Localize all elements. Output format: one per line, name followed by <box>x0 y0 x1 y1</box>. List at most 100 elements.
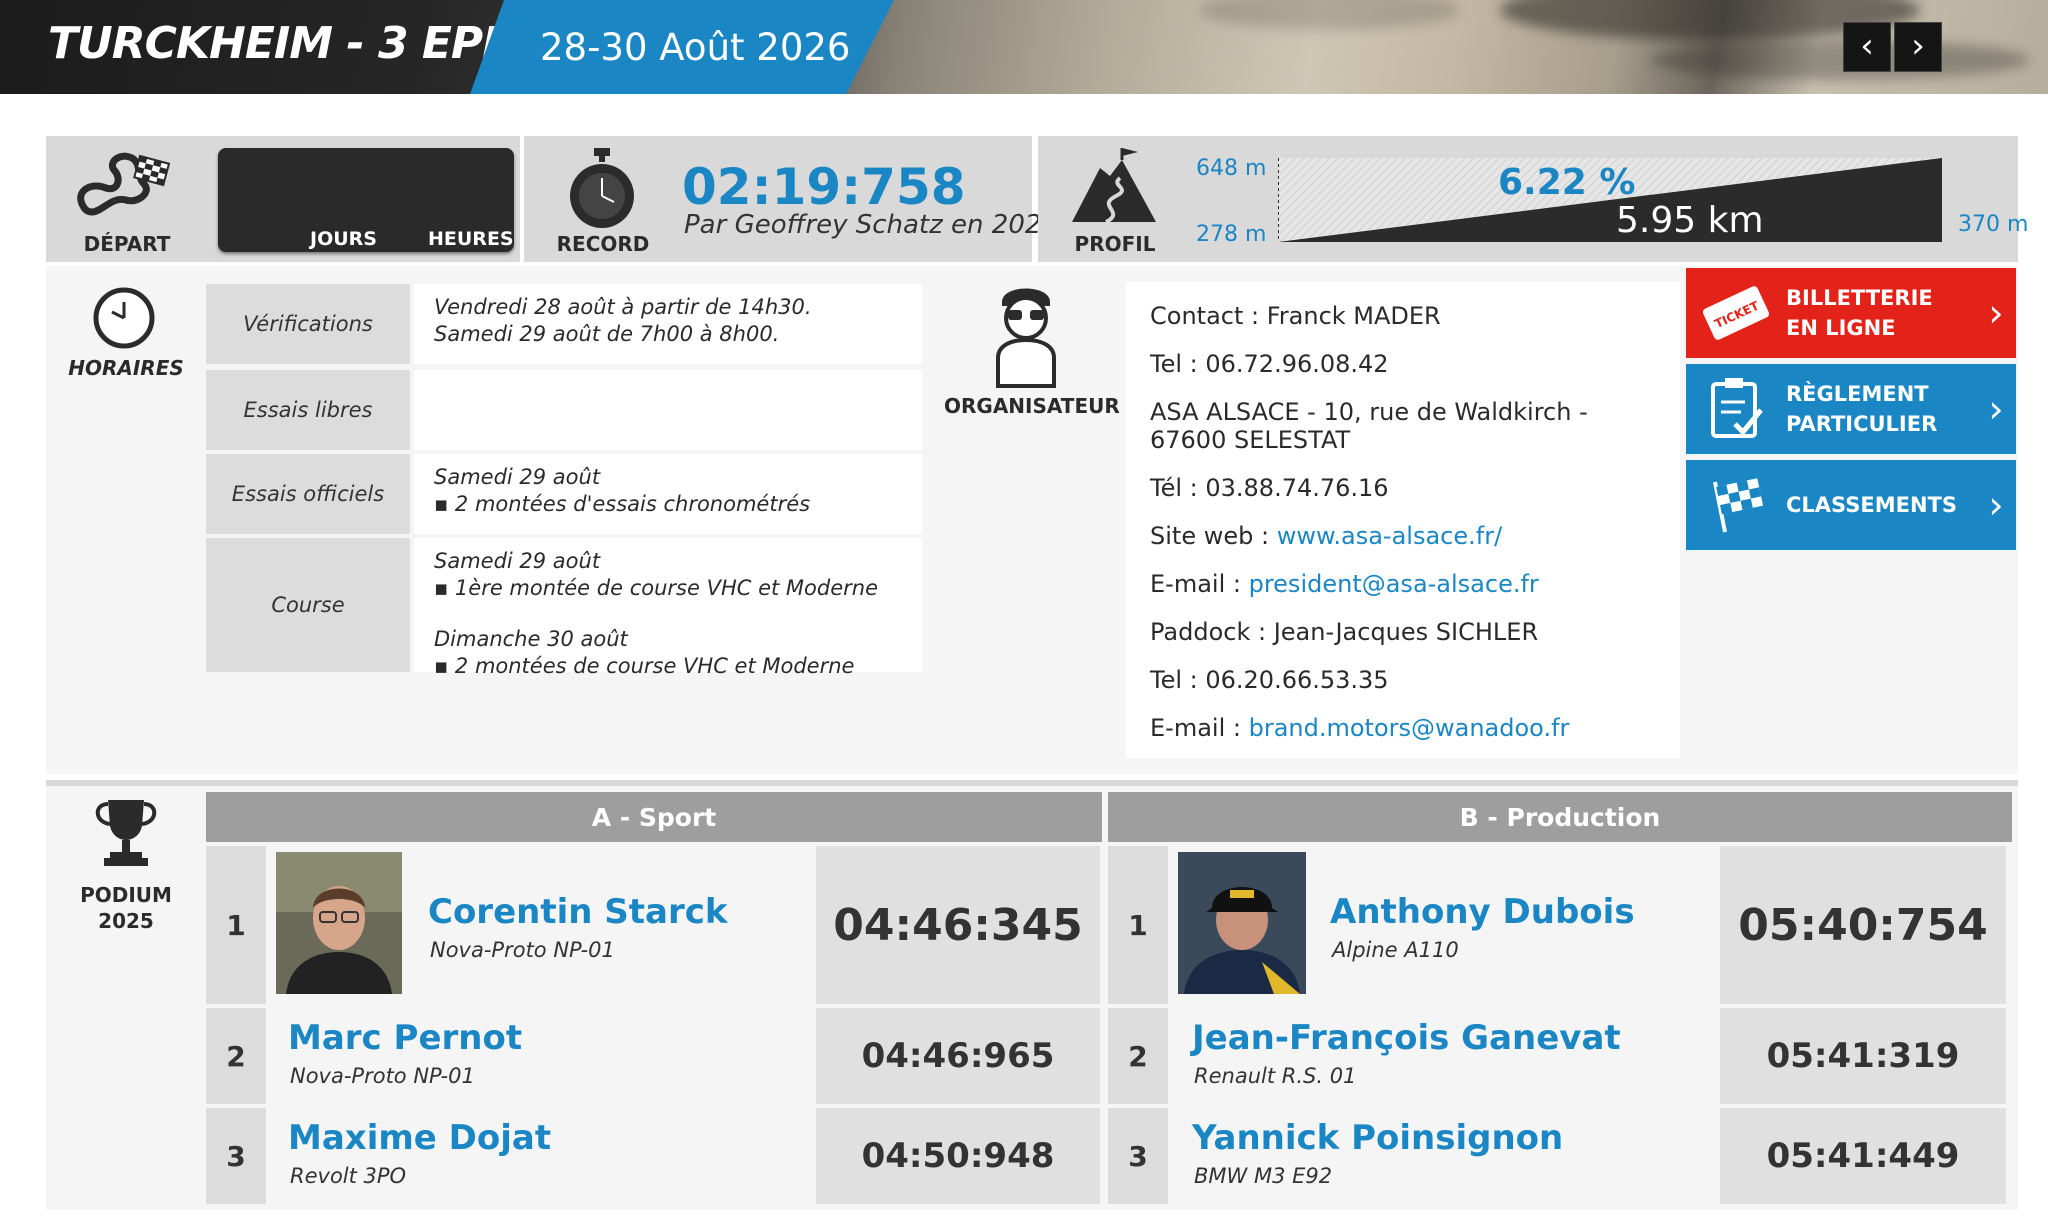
race-time: 05:40:754 <box>1720 846 2006 1004</box>
schedule-label-essais-officiels: Essais officiels <box>206 454 410 534</box>
podium-title: PODIUM 2025 <box>64 882 188 934</box>
previous-event-button[interactable]: ‹ <box>1843 22 1891 72</box>
schedule-line: Dimanche 30 août <box>434 627 628 651</box>
next-event-button[interactable]: › <box>1894 22 1942 72</box>
schedule-line: ▪ 2 montées de course VHC et Moderne <box>434 654 855 678</box>
schedule-label-essais-libres: Essais libres <box>206 370 410 450</box>
position-number: 1 <box>1108 846 1168 1004</box>
tel-prefix: Tel : <box>1150 666 1206 694</box>
website-line: Site web : www.asa-alsace.fr/ <box>1150 522 1502 550</box>
event-title: TURCKHEIM - 3 EPIS <box>48 18 529 69</box>
altitude-top: 648 m <box>1196 156 1267 181</box>
race-time: 05:41:449 <box>1720 1108 2006 1204</box>
driver-name[interactable]: Corentin Starck <box>428 892 728 932</box>
elevation-gain: 370 m <box>1958 212 2029 237</box>
driver-name[interactable]: Marc Pernot <box>288 1018 522 1058</box>
schedule-line: Samedi 29 août <box>434 465 601 489</box>
category-header-b: B - Production <box>1108 792 2012 842</box>
contact-name: Franck MADER <box>1266 302 1441 330</box>
position-number: 3 <box>206 1108 266 1204</box>
position-number: 2 <box>1108 1008 1168 1104</box>
president-email-link[interactable]: president@asa-alsace.fr <box>1249 570 1539 598</box>
schedule-value-essais-libres <box>414 370 922 450</box>
position-number: 2 <box>206 1008 266 1104</box>
chevron-right-icon: › <box>1988 387 2004 431</box>
record-time: 02:19:758 <box>682 158 966 216</box>
profile-gradient: 6.22 % <box>1498 162 1636 203</box>
email-line: E-mail : president@asa-alsace.fr <box>1150 570 1539 598</box>
podium-year: 2025 <box>98 909 154 933</box>
paddock-line: Paddock : Jean-Jacques SICHLER <box>1150 618 1538 646</box>
driver-name[interactable]: Yannick Poinsignon <box>1192 1118 1563 1158</box>
billetterie-label: BILLETTERIE EN LIGNE <box>1786 283 1976 343</box>
paddock-name: Jean-Jacques SICHLER <box>1273 618 1539 646</box>
billetterie-button[interactable]: TICKET BILLETTERIE EN LIGNE › <box>1686 268 2016 358</box>
schedule-line: Samedi 29 août <box>434 549 601 573</box>
email-prefix: E-mail : <box>1150 714 1249 742</box>
driver-car: Nova-Proto NP-01 <box>430 938 615 962</box>
profile-distance: 5.95 km <box>1616 200 1764 241</box>
horaires-title: HORAIRES <box>68 356 184 380</box>
schedule-label-verifications: Vérifications <box>206 284 410 364</box>
driver-name[interactable]: Maxime Dojat <box>288 1118 551 1158</box>
reglement-label: RÈGLEMENT PARTICULIER <box>1786 379 1976 439</box>
paddock-tel-line: Tel : 06.20.66.53.35 <box>1150 666 1389 694</box>
start-track-icon <box>72 142 180 222</box>
clipboard-icon <box>1686 364 1786 454</box>
schedule-line: Samedi 29 août de 7h00 à 8h00. <box>434 322 780 346</box>
mountain-road-icon <box>1066 146 1162 226</box>
email-prefix: E-mail : <box>1150 570 1249 598</box>
driver-car: Revolt 3PO <box>290 1164 407 1188</box>
race-time: 04:50:948 <box>816 1108 1100 1204</box>
website-link[interactable]: www.asa-alsace.fr/ <box>1277 522 1502 550</box>
organiser-person-icon <box>986 276 1066 390</box>
schedule-value-course: Samedi 29 août ▪ 1ère montée de course V… <box>414 538 922 678</box>
reglement-button[interactable]: RÈGLEMENT PARTICULIER › <box>1686 364 2016 454</box>
driver-car: Alpine A110 <box>1332 938 1459 962</box>
button-line: PARTICULIER <box>1786 412 1938 436</box>
clock-icon <box>92 286 156 350</box>
driver-car: BMW M3 E92 <box>1194 1164 1333 1188</box>
classements-label: CLASSEMENTS <box>1786 493 1957 517</box>
race-time: 05:41:319 <box>1720 1008 2006 1104</box>
schedule-line: Vendredi 28 août à partir de 14h30. <box>434 295 812 319</box>
driver-name[interactable]: Anthony Dubois <box>1330 892 1635 932</box>
depart-label: DÉPART <box>83 232 171 256</box>
schedule-line: ▪ 1ère montée de course VHC et Moderne <box>434 576 878 600</box>
position-number: 3 <box>1108 1108 1168 1204</box>
checkered-flag-icon <box>1686 460 1786 550</box>
trophy-icon <box>88 796 164 868</box>
tel-prefix: Tel : <box>1150 350 1206 378</box>
paddock-tel: 06.20.66.53.35 <box>1205 666 1389 694</box>
contact-tel-line: Tel : 06.72.96.08.42 <box>1150 350 1389 378</box>
organiser-address: ASA ALSACE - 10, rue de Waldkirch - 6760… <box>1150 398 1588 454</box>
event-dates: 28-30 Août 2026 <box>540 26 851 69</box>
tel-prefix: Tél : <box>1150 474 1206 502</box>
ticket-icon: TICKET <box>1686 268 1786 358</box>
button-line: BILLETTERIE <box>1786 286 1933 310</box>
race-time: 04:46:345 <box>816 846 1100 1004</box>
driver-photo <box>1178 852 1306 994</box>
organiser-tel-line: Tél : 03.88.74.76.16 <box>1150 474 1389 502</box>
driver-car: Renault R.S. 01 <box>1194 1064 1357 1088</box>
schedule-line: ▪ 2 montées d'essais chronométrés <box>434 492 811 516</box>
contact-line: Contact : Franck MADER <box>1150 302 1441 330</box>
category-header-a: A - Sport <box>206 792 1102 842</box>
organisateur-title: ORGANISATEUR <box>944 394 1120 418</box>
button-line: EN LIGNE <box>1786 316 1896 340</box>
position-number: 1 <box>206 846 266 1004</box>
record-holder: Par Geoffrey Schatz en 2021 <box>684 210 1058 240</box>
paddock-email-line: E-mail : brand.motors@wanadoo.fr <box>1150 714 1569 742</box>
driver-photo <box>276 852 402 994</box>
altitude-bottom: 278 m <box>1196 222 1267 247</box>
countdown-days-label: JOURS <box>310 228 377 250</box>
driver-car: Nova-Proto NP-01 <box>290 1064 475 1088</box>
site-prefix: Site web : <box>1150 522 1277 550</box>
countdown-hours-label: HEURES <box>428 228 514 250</box>
paddock-email-link[interactable]: brand.motors@wanadoo.fr <box>1249 714 1570 742</box>
podium-title-line: PODIUM <box>80 883 172 907</box>
profile-label: PROFIL <box>1074 232 1156 256</box>
driver-name[interactable]: Jean-François Ganevat <box>1192 1018 1621 1058</box>
classements-button[interactable]: CLASSEMENTS › <box>1686 460 2016 550</box>
paddock-prefix: Paddock : <box>1150 618 1274 646</box>
